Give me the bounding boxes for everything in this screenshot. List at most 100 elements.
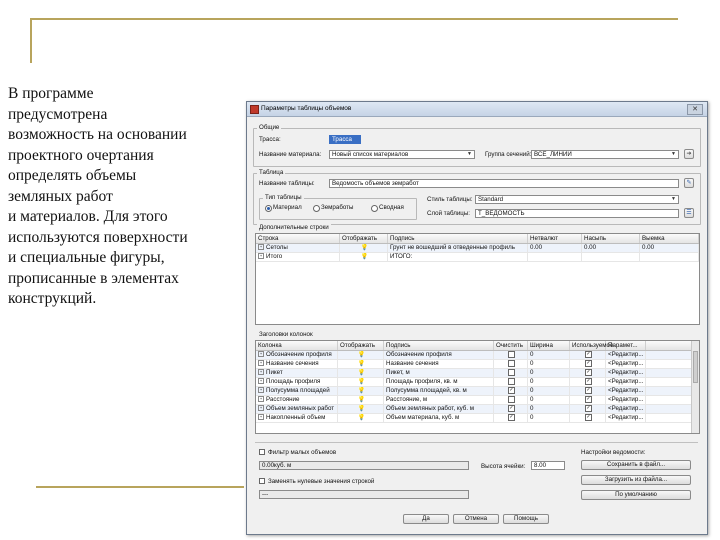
- replace-zero-checkbox[interactable]: [259, 478, 265, 484]
- column-header[interactable]: Парамет...: [606, 341, 646, 350]
- table-row[interactable]: + Расстояние 💡 Расстояние, м 0 ✓ <Редактир...: [256, 396, 692, 405]
- used-checkbox[interactable]: ✓: [585, 351, 592, 358]
- table-style-combo[interactable]: Standard ▼: [475, 195, 679, 204]
- used-checkbox[interactable]: ✓: [585, 378, 592, 385]
- row-label[interactable]: Полусумма площадей, кв. м: [384, 387, 494, 395]
- row-label[interactable]: Грунт не вошедший в отведенные профиль: [388, 244, 528, 252]
- used-checkbox[interactable]: ✓: [585, 405, 592, 412]
- expand-icon[interactable]: +: [258, 369, 264, 376]
- param-value[interactable]: <Редактир...: [606, 387, 646, 395]
- width-value[interactable]: 0: [528, 414, 570, 422]
- table-row[interactable]: + Сетолы 💡 Грунт не вошедший в отведенные…: [256, 244, 699, 253]
- width-value[interactable]: 0: [528, 396, 570, 404]
- lightbulb-icon[interactable]: 💡: [358, 405, 366, 412]
- table-name-field[interactable]: Ведомость объемов земработ: [329, 179, 679, 188]
- column-header[interactable]: Насыпь: [582, 234, 640, 243]
- table-name-edit-icon[interactable]: ✎: [684, 178, 694, 188]
- expand-icon[interactable]: +: [258, 405, 264, 412]
- row-value[interactable]: 0.00: [582, 244, 640, 252]
- cancel-button[interactable]: Отмена: [453, 514, 499, 524]
- row-value[interactable]: 0.00: [528, 244, 582, 252]
- used-checkbox[interactable]: ✓: [585, 414, 592, 421]
- column-header[interactable]: Подпись: [384, 341, 494, 350]
- column-header[interactable]: Колонка: [256, 341, 338, 350]
- used-checkbox[interactable]: ✓: [585, 396, 592, 403]
- param-value[interactable]: <Редактир...: [606, 378, 646, 386]
- clear-checkbox[interactable]: [508, 360, 515, 367]
- row-label[interactable]: Обозначение профиля: [384, 351, 494, 359]
- expand-icon[interactable]: +: [258, 396, 264, 403]
- clear-checkbox[interactable]: ✓: [508, 387, 515, 394]
- row-label[interactable]: Название сечения: [384, 360, 494, 368]
- param-value[interactable]: <Редактир...: [606, 360, 646, 368]
- width-value[interactable]: 0: [528, 378, 570, 386]
- close-icon[interactable]: ✕: [687, 104, 703, 115]
- clear-checkbox[interactable]: [508, 369, 515, 376]
- route-field[interactable]: Трасса: [329, 135, 361, 144]
- column-header[interactable]: Ширина: [528, 341, 570, 350]
- param-value[interactable]: <Редактир...: [606, 414, 646, 422]
- section-group-pick-icon[interactable]: ➔: [684, 149, 694, 159]
- used-checkbox[interactable]: ✓: [585, 369, 592, 376]
- column-header[interactable]: Строка: [256, 234, 340, 243]
- param-value[interactable]: <Редактир...: [606, 405, 646, 413]
- row-label[interactable]: Объем материала, куб. м: [384, 414, 494, 422]
- expand-icon[interactable]: +: [258, 378, 264, 385]
- scrollbar-thumb[interactable]: [693, 351, 698, 383]
- row-label[interactable]: Пикет, м: [384, 369, 494, 377]
- row-label[interactable]: Расстояние, м: [384, 396, 494, 404]
- radio-summary[interactable]: [371, 205, 378, 212]
- used-checkbox[interactable]: ✓: [585, 387, 592, 394]
- lightbulb-icon[interactable]: 💡: [358, 360, 366, 367]
- clear-checkbox[interactable]: ✓: [508, 405, 515, 412]
- load-from-file-button[interactable]: Загрузить из файла...: [581, 475, 691, 485]
- column-header[interactable]: Отображать: [340, 234, 388, 243]
- vertical-scrollbar[interactable]: [691, 341, 699, 433]
- row-value[interactable]: [640, 253, 699, 261]
- clear-checkbox[interactable]: [508, 351, 515, 358]
- default-button[interactable]: По умолчанию: [581, 490, 691, 500]
- table-row[interactable]: + Полусумма площадей 💡 Полусумма площадей, …: [256, 387, 692, 396]
- cell-height-field[interactable]: 8.00: [531, 461, 565, 470]
- filter-small-volumes-field[interactable]: 0.00куб. м: [259, 461, 469, 470]
- table-row[interactable]: + Объем земляных работ 💡 Объем земляных раб…: [256, 405, 692, 414]
- table-row[interactable]: + Обозначение профиля 💡 Обозначение профиля…: [256, 351, 692, 360]
- param-value[interactable]: <Редактир...: [606, 369, 646, 377]
- table-row[interactable]: + Итого 💡 ИТОГО:: [256, 253, 699, 262]
- lightbulb-icon[interactable]: 💡: [358, 396, 366, 403]
- param-value[interactable]: <Редактир...: [606, 396, 646, 404]
- width-value[interactable]: 0: [528, 369, 570, 377]
- lightbulb-icon[interactable]: 💡: [358, 369, 366, 376]
- filter-small-volumes-checkbox[interactable]: [259, 449, 265, 455]
- table-row[interactable]: + Пикет 💡 Пикет, м 0 ✓ <Редактир...: [256, 369, 692, 378]
- lightbulb-icon[interactable]: 💡: [361, 253, 369, 260]
- lightbulb-icon[interactable]: 💡: [361, 244, 369, 251]
- expand-icon[interactable]: +: [258, 414, 264, 421]
- expand-icon[interactable]: +: [258, 351, 264, 358]
- clear-checkbox[interactable]: ✓: [508, 414, 515, 421]
- row-label[interactable]: Площадь профиля, кв. м: [384, 378, 494, 386]
- clear-checkbox[interactable]: [508, 396, 515, 403]
- material-name-combo[interactable]: Новый список материалов ▼: [329, 150, 475, 159]
- column-header[interactable]: Подпись: [388, 234, 528, 243]
- expand-icon[interactable]: +: [258, 360, 264, 367]
- column-header[interactable]: Используемое: [570, 341, 613, 350]
- table-row[interactable]: + Площадь профиля 💡 Площадь профиля, кв. м 0…: [256, 378, 692, 387]
- lightbulb-icon[interactable]: 💡: [358, 414, 366, 421]
- radio-earthworks[interactable]: [313, 205, 320, 212]
- clear-checkbox[interactable]: [508, 378, 515, 385]
- row-value[interactable]: 0.00: [640, 244, 699, 252]
- ok-button[interactable]: Да: [403, 514, 449, 524]
- width-value[interactable]: 0: [528, 405, 570, 413]
- radio-material[interactable]: [265, 205, 272, 212]
- help-button[interactable]: Помощь: [503, 514, 549, 524]
- table-row[interactable]: + Название сечения 💡 Название сечения 0 ✓ <Ред…: [256, 360, 692, 369]
- section-group-combo[interactable]: ВСЕ_ЛИНИИ ▼: [531, 150, 679, 159]
- width-value[interactable]: 0: [528, 387, 570, 395]
- row-label[interactable]: Объем земляных работ, куб. м: [384, 405, 494, 413]
- lightbulb-icon[interactable]: 💡: [358, 378, 366, 385]
- row-value[interactable]: [528, 253, 582, 261]
- column-header[interactable]: Выемка: [640, 234, 699, 243]
- column-header[interactable]: Отображать: [338, 341, 384, 350]
- param-value[interactable]: <Редактир...: [606, 351, 646, 359]
